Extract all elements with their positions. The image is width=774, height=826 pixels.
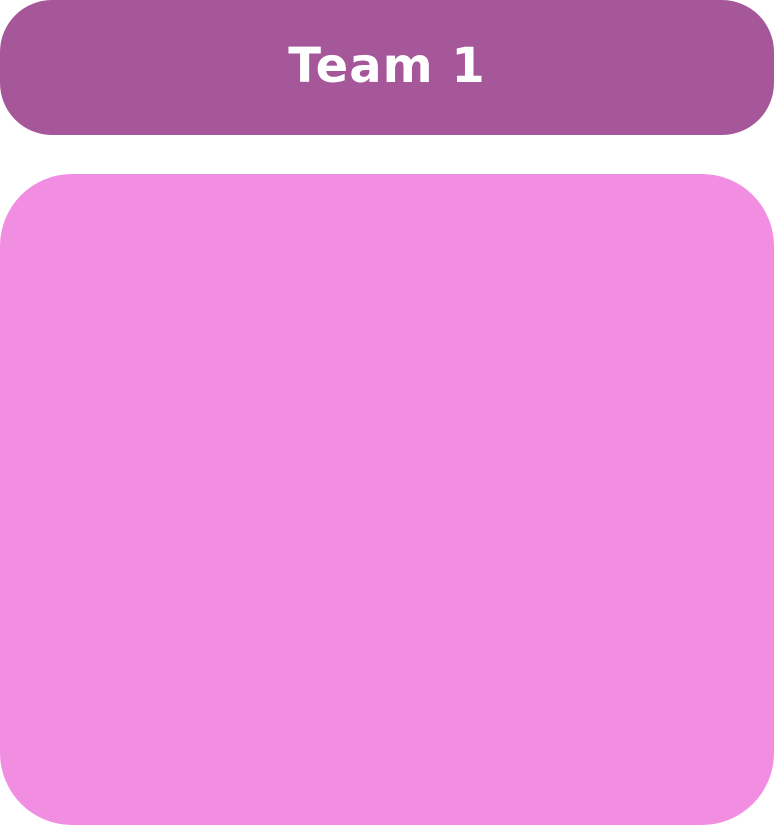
team-panel[interactable] [0,174,774,825]
team-header: Team 1 [0,0,774,135]
team-title: Team 1 [288,37,486,94]
